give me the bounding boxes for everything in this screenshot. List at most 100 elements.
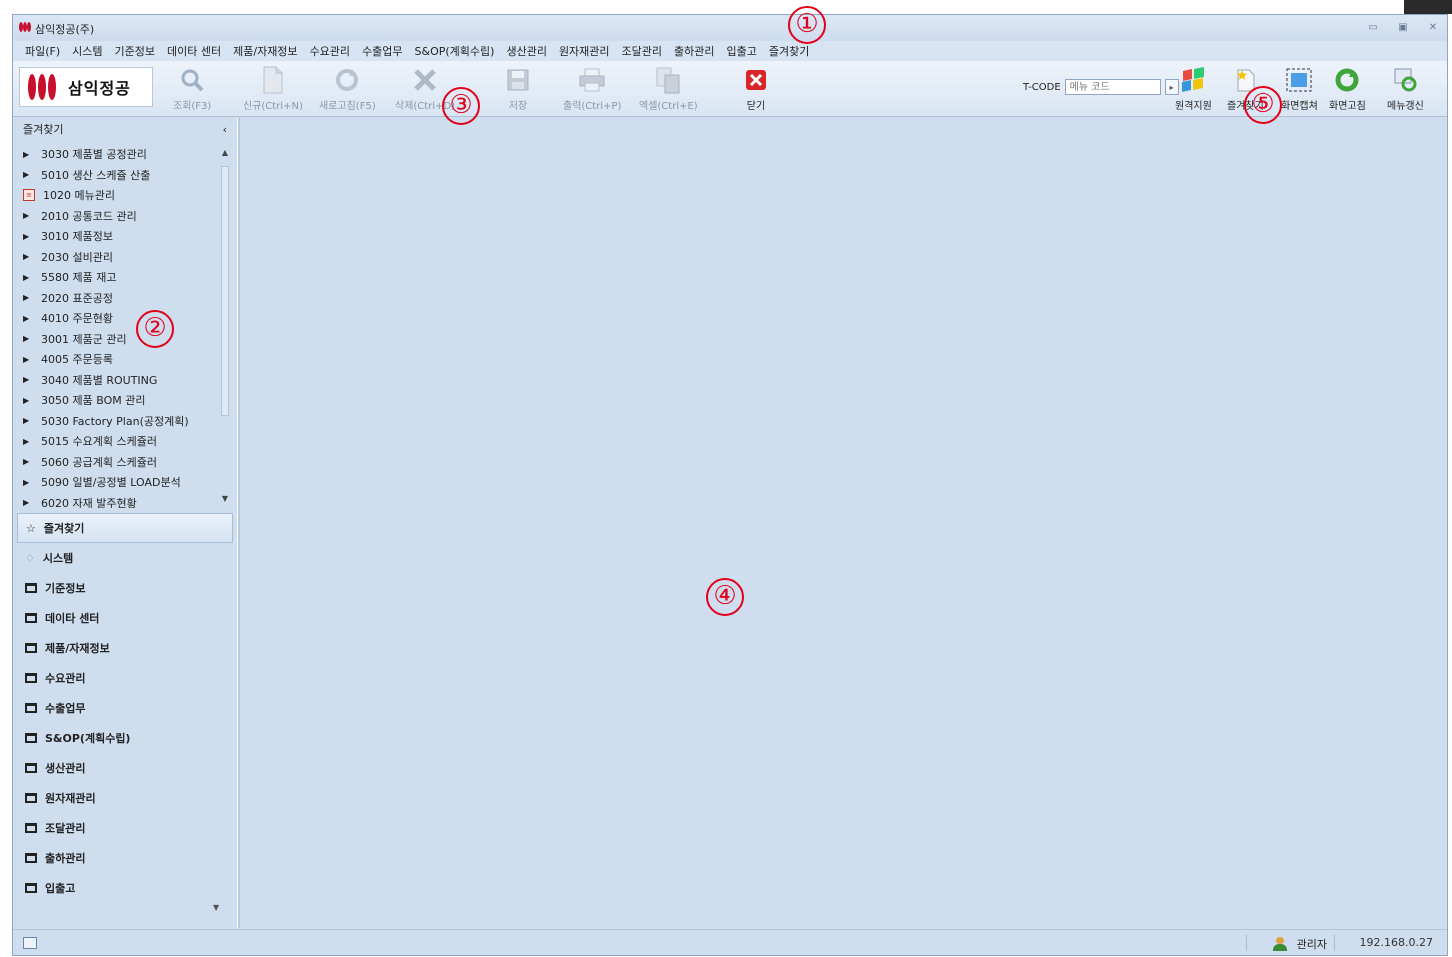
favorites-scrollbar[interactable]: ▲ ▼ <box>219 148 231 506</box>
refresh-button-label: 새로고침(F5) <box>319 101 376 112</box>
search-button-label: 조회(F3) <box>173 101 212 112</box>
status-divider <box>1246 935 1247 951</box>
group-procurement[interactable]: 조달관리 <box>17 813 233 843</box>
screen-capture-icon <box>1284 65 1314 95</box>
minimize-icon[interactable]: ▭ <box>1365 21 1381 35</box>
group-label: 생산관리 <box>45 762 86 775</box>
favorite-item[interactable]: ▶ 2030 설비관리 <box>13 247 231 268</box>
main-content-area <box>241 118 1447 928</box>
arrow-right-icon: ▶ <box>23 272 30 282</box>
group-demand[interactable]: 수요관리 <box>17 663 233 693</box>
scroll-up-icon[interactable]: ▲ <box>219 148 231 160</box>
status-ip: 192.168.0.27 <box>1359 936 1433 949</box>
arrow-right-icon: ▶ <box>23 436 30 446</box>
menu-procurement[interactable]: 조달관리 <box>616 43 668 59</box>
screen-capture-label: 화면캡쳐 <box>1281 101 1318 112</box>
favorite-item[interactable]: ▶ 5030 Factory Plan(공정계획) <box>13 411 231 432</box>
favorite-item-label: 1020 메뉴관리 <box>43 189 115 203</box>
print-icon <box>577 65 607 95</box>
menu-sop[interactable]: S&OP(계획수립) <box>409 43 501 59</box>
favorites-header: 즐겨찾기 ‹ <box>13 118 237 140</box>
favorite-item[interactable]: ▶ 4005 주문등록 <box>13 349 231 370</box>
status-divider <box>1334 935 1335 951</box>
menu-refresh-button[interactable]: 메뉴갱신 <box>1387 65 1424 112</box>
arrow-right-icon: ▶ <box>23 313 30 323</box>
favorite-item[interactable]: ▶ 3050 제품 BOM 관리 <box>13 390 231 411</box>
arrow-right-icon: ▶ <box>23 457 30 467</box>
group-favorites[interactable]: ☆ 즐겨찾기 <box>17 513 233 543</box>
group-scroll-down-icon[interactable]: ▼ <box>213 903 219 912</box>
group-shipping[interactable]: 출하관리 <box>17 843 233 873</box>
favorite-item[interactable]: ▶ 5015 수요계획 스케쥴러 <box>13 431 231 452</box>
favorite-item[interactable]: ▶ 2020 표준공정 <box>13 288 231 309</box>
search-icon <box>177 65 207 95</box>
new-button[interactable]: 신규(Ctrl+N) <box>243 65 303 112</box>
favorite-item[interactable]: ▶ 5010 생산 스케쥴 산출 <box>13 165 231 186</box>
favorite-item[interactable]: ▶ 3030 제품별 공정관리 <box>13 144 231 165</box>
menu-export[interactable]: 수출업무 <box>356 43 408 59</box>
screen-capture-button[interactable]: 화면캡쳐 <box>1281 65 1318 112</box>
print-button-label: 출력(Ctrl+P) <box>563 101 622 112</box>
collapse-sidebar-icon[interactable]: ‹ <box>223 123 227 136</box>
favorite-item[interactable]: ▶ 4010 주문현황 <box>13 308 231 329</box>
arrow-right-icon: ▶ <box>23 293 30 303</box>
sidebar-splitter[interactable] <box>237 118 240 928</box>
menu-doc-icon: ≡ <box>23 189 35 202</box>
group-label: 입출고 <box>45 882 76 895</box>
favorite-item-label: 5010 생산 스케쥴 산출 <box>41 168 151 182</box>
menu-raw-material[interactable]: 원자재관리 <box>553 43 616 59</box>
arrow-right-icon: ▶ <box>23 231 30 241</box>
folder-icon <box>25 673 37 683</box>
close-screen-button[interactable]: 닫기 <box>741 65 771 112</box>
group-data-center[interactable]: 데이타 센터 <box>17 603 233 633</box>
menu-demand[interactable]: 수요관리 <box>304 43 356 59</box>
restore-icon[interactable]: ▣ <box>1395 21 1411 35</box>
tcode-input[interactable] <box>1064 79 1161 95</box>
menu-refresh-label: 메뉴갱신 <box>1387 101 1424 112</box>
favorite-item[interactable]: ▶ 5060 공급계획 스케쥴러 <box>13 452 231 473</box>
menu-production[interactable]: 생산관리 <box>500 43 552 59</box>
search-button[interactable]: 조회(F3) <box>173 65 211 112</box>
excel-button[interactable]: 엑셀(Ctrl+E) <box>639 65 698 112</box>
group-production[interactable]: 생산관리 <box>17 753 233 783</box>
favorite-item[interactable]: ▶ 3010 제품정보 <box>13 226 231 247</box>
group-sop[interactable]: S&OP(계획수립) <box>17 723 233 753</box>
favorite-item[interactable]: ≡ 1020 메뉴관리 <box>13 185 231 206</box>
menu-file[interactable]: 파일(F) <box>19 43 66 59</box>
group-system[interactable]: ♢ 시스템 <box>17 543 233 573</box>
group-label: 출하관리 <box>45 852 86 865</box>
group-product-material[interactable]: 제품/자재정보 <box>17 633 233 663</box>
screen-refresh-button[interactable]: 화면고침 <box>1329 65 1366 112</box>
menu-inout[interactable]: 입출고 <box>721 43 763 59</box>
arrow-right-icon: ▶ <box>23 375 30 385</box>
scroll-down-icon[interactable]: ▼ <box>219 494 231 506</box>
favorite-item[interactable]: ▶ 3001 제품군 관리 <box>13 329 231 350</box>
print-button[interactable]: 출력(Ctrl+P) <box>563 65 621 112</box>
refresh-button[interactable]: 새로고침(F5) <box>319 65 376 112</box>
favorite-item[interactable]: ▶ 2010 공통코드 관리 <box>13 206 231 227</box>
menu-system[interactable]: 시스템 <box>66 43 108 59</box>
group-base-info[interactable]: 기준정보 <box>17 573 233 603</box>
favorite-item[interactable]: ▶ 3040 제품별 ROUTING <box>13 370 231 391</box>
group-raw-material[interactable]: 원자재관리 <box>17 783 233 813</box>
menu-favorites[interactable]: 즐겨찾기 <box>763 43 815 59</box>
annotation-marker-3: ③ <box>442 87 480 125</box>
menu-base-info[interactable]: 기준정보 <box>109 43 161 59</box>
menu-shipping[interactable]: 출하관리 <box>668 43 720 59</box>
menu-data-center[interactable]: 데이타 센터 <box>161 43 227 59</box>
annotation-marker-2: ② <box>136 310 174 348</box>
save-button[interactable]: 저장 <box>503 65 533 112</box>
menu-product-material[interactable]: 제품/자재정보 <box>227 43 303 59</box>
close-icon[interactable]: ✕ <box>1425 21 1441 35</box>
remote-support-button[interactable]: 원격지원 <box>1175 65 1212 112</box>
favorite-item[interactable]: ▶ 5580 제품 재고 <box>13 267 231 288</box>
group-export[interactable]: 수출업무 <box>17 693 233 723</box>
group-inout[interactable]: 입출고 <box>17 873 233 903</box>
favorite-item[interactable]: ▶ 6020 자재 발주현황 <box>13 493 231 508</box>
save-icon <box>503 65 533 95</box>
message-icon[interactable] <box>23 937 37 949</box>
scroll-thumb[interactable] <box>221 166 229 416</box>
window-title: 삼익정공(주) <box>35 23 95 36</box>
arrow-right-icon: ▶ <box>23 334 30 344</box>
favorite-item[interactable]: ▶ 5090 일별/공정별 LOAD분석 <box>13 472 231 493</box>
